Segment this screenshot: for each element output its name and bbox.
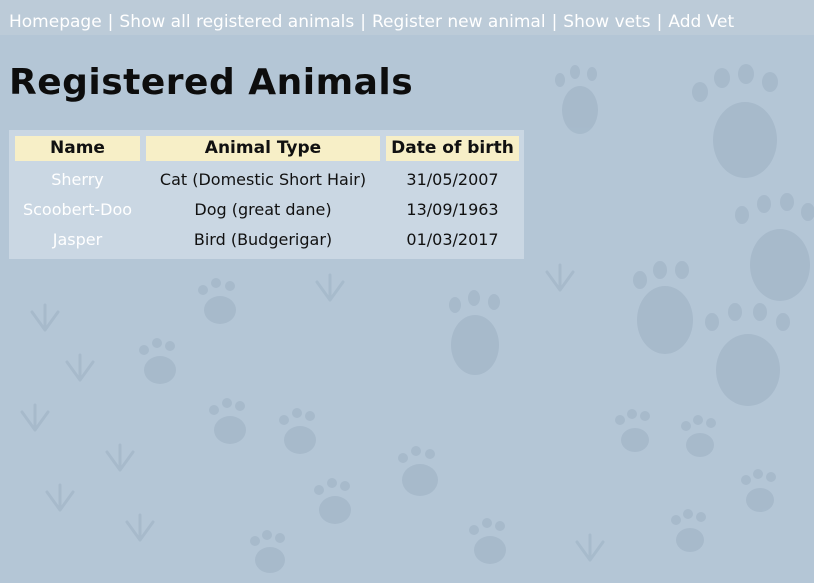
paw-print-icon xyxy=(250,530,285,573)
paw-print-icon xyxy=(198,278,236,324)
nav-link-register-animal[interactable]: Register new animal xyxy=(372,12,546,32)
paw-print-icon xyxy=(692,64,778,178)
table-row: Jasper Bird (Budgerigar) 01/03/2017 xyxy=(9,225,524,255)
animals-table: Name Animal Type Date of birth Sherry Ca… xyxy=(9,130,524,259)
table-row: Scoobert-Doo Dog (great dane) 13/09/1963 xyxy=(9,195,524,225)
paw-print-icon xyxy=(139,338,176,384)
animal-type-cell: Cat (Domestic Short Hair) xyxy=(159,170,367,189)
date-of-birth-cell: 31/05/2007 xyxy=(406,170,499,189)
nav-separator: | xyxy=(551,12,558,32)
page-title: Registered Animals xyxy=(9,62,414,103)
paw-print-icon xyxy=(555,65,598,134)
nav-separator: | xyxy=(360,12,366,32)
nav-link-show-vets[interactable]: Show vets xyxy=(563,12,650,32)
nav-links: Homepage | Show all registered animals | Reg… xyxy=(9,11,734,33)
date-of-birth-cell: 01/03/2017 xyxy=(406,230,499,249)
top-navigation-bar: Homepage | Show all registered animals | Reg… xyxy=(0,0,814,35)
paw-print-icon xyxy=(615,409,650,452)
animal-name-cell: Scoobert-Doo xyxy=(22,200,133,219)
paw-print-icon xyxy=(398,446,438,496)
column-header-date-of-birth: Date of birth xyxy=(386,136,519,161)
animal-name-cell: Sherry xyxy=(51,170,104,189)
paw-print-icon xyxy=(681,415,716,457)
animal-type-cell: Bird (Budgerigar) xyxy=(193,230,333,249)
paw-print-icon xyxy=(633,261,693,354)
nav-separator: | xyxy=(656,12,663,32)
paw-print-icon xyxy=(741,469,776,512)
paw-print-icon xyxy=(209,398,246,444)
paw-print-icon xyxy=(449,290,500,375)
animal-type-cell: Dog (great dane) xyxy=(194,200,332,219)
animal-name-cell: Jasper xyxy=(52,230,103,249)
paw-print-icon xyxy=(279,408,316,454)
table-row: Sherry Cat (Domestic Short Hair) 31/05/2… xyxy=(9,165,524,195)
column-header-name: Name xyxy=(15,136,140,161)
nav-link-homepage[interactable]: Homepage xyxy=(9,12,102,32)
paw-print-icon xyxy=(314,478,351,524)
nav-separator: | xyxy=(107,12,114,32)
paw-print-icon xyxy=(705,303,790,406)
nav-link-add-vet[interactable]: Add Vet xyxy=(668,12,734,32)
date-of-birth-cell: 13/09/1963 xyxy=(406,200,499,219)
paw-print-icon xyxy=(469,518,506,564)
paw-print-icon xyxy=(735,193,814,301)
paw-print-icon xyxy=(671,509,706,552)
nav-link-show-all-animals[interactable]: Show all registered animals xyxy=(119,12,354,32)
column-header-animal-type: Animal Type xyxy=(146,136,380,161)
